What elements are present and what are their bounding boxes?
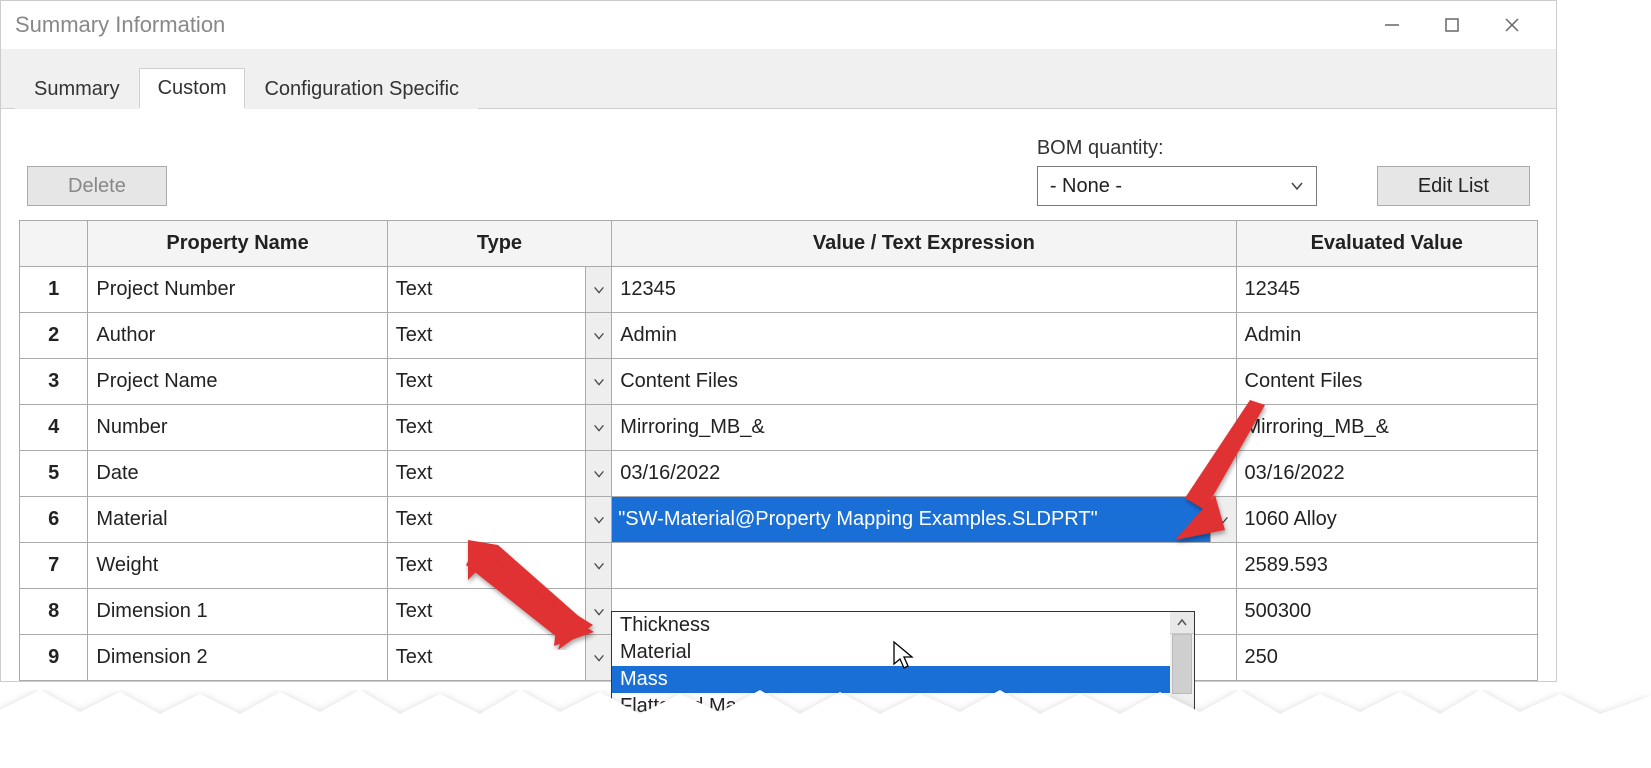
row-index: 7 bbox=[20, 543, 88, 589]
row-index: 1 bbox=[20, 267, 88, 313]
tab-custom[interactable]: Custom bbox=[139, 68, 246, 109]
type-cell[interactable]: Text bbox=[387, 405, 611, 451]
type-cell[interactable]: Text bbox=[387, 451, 611, 497]
value-cell[interactable]: 03/16/2022 bbox=[612, 451, 1236, 497]
type-dropdown-button[interactable] bbox=[585, 405, 611, 450]
value-cell[interactable]: Admin bbox=[612, 313, 1236, 359]
evaluated-value-cell: 12345 bbox=[1236, 267, 1538, 313]
tab-summary[interactable]: Summary bbox=[15, 69, 139, 109]
value-expression-selected[interactable]: "SW-Material@Property Mapping Examples.S… bbox=[612, 497, 1209, 542]
row-index: 9 bbox=[20, 635, 88, 681]
property-name-cell[interactable]: Dimension 2 bbox=[88, 635, 387, 681]
table-row: 4NumberTextMirroring_MB_&Mirroring_MB_& bbox=[20, 405, 1538, 451]
scroll-up-icon[interactable] bbox=[1170, 612, 1194, 634]
delete-button[interactable]: Delete bbox=[27, 166, 167, 206]
value-cell[interactable]: "SW-Material@Property Mapping Examples.S… bbox=[612, 497, 1236, 543]
value-cell[interactable]: Content Files bbox=[612, 359, 1236, 405]
window: Summary Information Summary Custom Confi… bbox=[0, 0, 1557, 682]
chevron-down-icon bbox=[588, 371, 610, 393]
scroll-thumb[interactable] bbox=[1172, 634, 1192, 694]
chevron-down-icon bbox=[588, 509, 610, 531]
type-dropdown-button[interactable] bbox=[585, 497, 611, 542]
header-value: Value / Text Expression bbox=[612, 221, 1236, 267]
row-index: 4 bbox=[20, 405, 88, 451]
close-button[interactable] bbox=[1482, 1, 1542, 49]
table-row: 5DateText03/16/202203/16/2022 bbox=[20, 451, 1538, 497]
value-cell[interactable]: 12345 bbox=[612, 267, 1236, 313]
scroll-track[interactable] bbox=[1170, 634, 1194, 747]
type-dropdown-button[interactable] bbox=[585, 451, 611, 496]
chevron-down-icon bbox=[588, 279, 610, 301]
row-index: 6 bbox=[20, 497, 88, 543]
dropdown-item[interactable]: Thickness bbox=[612, 612, 1170, 639]
row-index: 2 bbox=[20, 313, 88, 359]
table-row: 2AuthorTextAdminAdmin bbox=[20, 313, 1538, 359]
type-cell[interactable]: Text bbox=[387, 359, 611, 405]
property-name-cell[interactable]: Project Number bbox=[88, 267, 387, 313]
type-cell[interactable]: Text bbox=[387, 497, 611, 543]
header-index bbox=[20, 221, 88, 267]
table-row: 1Project NumberText1234512345 bbox=[20, 267, 1538, 313]
row-index: 5 bbox=[20, 451, 88, 497]
chevron-down-icon bbox=[588, 417, 610, 439]
annotation-arrow-2 bbox=[1170, 400, 1290, 555]
chevron-down-icon bbox=[588, 463, 610, 485]
header-evaluated-value: Evaluated Value bbox=[1236, 221, 1538, 267]
property-name-cell[interactable]: Date bbox=[88, 451, 387, 497]
property-name-cell[interactable]: Author bbox=[88, 313, 387, 359]
value-dropdown[interactable]: ThicknessMaterialMassFlattened MassDensi… bbox=[611, 611, 1195, 748]
row-index: 8 bbox=[20, 589, 88, 635]
bom-quantity-group: BOM quantity: - None - bbox=[1037, 137, 1317, 206]
tabstrip: Summary Custom Configuration Specific bbox=[1, 49, 1556, 109]
property-name-cell[interactable]: Dimension 1 bbox=[88, 589, 387, 635]
titlebar: Summary Information bbox=[1, 1, 1556, 49]
type-dropdown-button[interactable] bbox=[585, 313, 611, 358]
property-name-cell[interactable]: Project Name bbox=[88, 359, 387, 405]
window-title: Summary Information bbox=[15, 12, 1362, 38]
property-name-cell[interactable]: Material bbox=[88, 497, 387, 543]
bom-quantity-value: - None - bbox=[1050, 175, 1122, 198]
header-type: Type bbox=[387, 221, 611, 267]
table-row: 7WeightText2589.593 bbox=[20, 543, 1538, 589]
row-index: 3 bbox=[20, 359, 88, 405]
property-name-cell[interactable]: Weight bbox=[88, 543, 387, 589]
header-property-name: Property Name bbox=[88, 221, 387, 267]
edit-list-button[interactable]: Edit List bbox=[1377, 166, 1530, 206]
annotation-arrow-1 bbox=[458, 540, 598, 655]
minimize-button[interactable] bbox=[1362, 1, 1422, 49]
maximize-button[interactable] bbox=[1422, 1, 1482, 49]
evaluated-value-cell: Admin bbox=[1236, 313, 1538, 359]
value-cell[interactable] bbox=[612, 543, 1236, 589]
type-dropdown-button[interactable] bbox=[585, 267, 611, 312]
chevron-down-icon bbox=[1286, 175, 1308, 197]
dropdown-item[interactable]: Material bbox=[612, 639, 1170, 666]
toolbar: Delete BOM quantity: - None - Edit List bbox=[1, 109, 1556, 216]
dropdown-item[interactable]: Flattened Mass bbox=[612, 693, 1170, 720]
properties-grid-wrap: Property Name Type Value / Text Expressi… bbox=[1, 216, 1556, 681]
table-row: 6MaterialText"SW-Material@Property Mappi… bbox=[20, 497, 1538, 543]
property-name-cell[interactable]: Number bbox=[88, 405, 387, 451]
evaluated-value-cell: 250 bbox=[1236, 635, 1538, 681]
cursor-pointer-icon bbox=[892, 640, 916, 675]
dropdown-item[interactable]: Mass bbox=[612, 666, 1170, 693]
evaluated-value-cell: 500300 bbox=[1236, 589, 1538, 635]
evaluated-value-cell: Content Files bbox=[1236, 359, 1538, 405]
type-cell[interactable]: Text bbox=[387, 313, 611, 359]
table-row: 3Project NameTextContent FilesContent Fi… bbox=[20, 359, 1538, 405]
bom-quantity-label: BOM quantity: bbox=[1037, 137, 1317, 160]
type-dropdown-button[interactable] bbox=[585, 359, 611, 404]
type-cell[interactable]: Text bbox=[387, 267, 611, 313]
value-cell[interactable]: Mirroring_MB_& bbox=[612, 405, 1236, 451]
tab-configuration-specific[interactable]: Configuration Specific bbox=[245, 69, 478, 109]
bom-quantity-select[interactable]: - None - bbox=[1037, 166, 1317, 206]
chevron-down-icon bbox=[588, 325, 610, 347]
dropdown-item[interactable]: Density bbox=[612, 720, 1170, 747]
dropdown-scrollbar[interactable] bbox=[1170, 612, 1194, 747]
